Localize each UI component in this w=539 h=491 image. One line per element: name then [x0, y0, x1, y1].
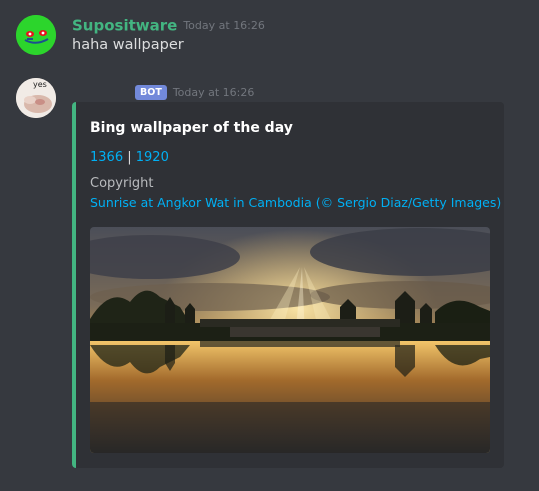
avatar[interactable]: [16, 15, 56, 55]
embed-description: 1366 | 1920: [90, 150, 169, 165]
angkor-wat-sunrise-photo: [90, 227, 490, 453]
message-header: BOT Today at 16:26: [135, 82, 254, 101]
embed-field-name: Copyright: [90, 176, 154, 191]
embed-card: Bing wallpaper of the day 1366 | 1920 Co…: [72, 102, 504, 468]
avatar[interactable]: yes: [16, 78, 56, 118]
timestamp: Today at 16:26: [183, 19, 265, 32]
message-content: haha wallpaper: [72, 37, 184, 53]
link-1366[interactable]: 1366: [90, 150, 123, 165]
link-1920[interactable]: 1920: [136, 150, 169, 165]
username[interactable]: Supositware: [72, 17, 177, 35]
embed-image[interactable]: [90, 227, 490, 453]
message-header: Supositware Today at 16:26: [72, 15, 265, 35]
link-separator: |: [127, 150, 132, 165]
bot-badge: BOT: [135, 85, 167, 100]
embed-title: Bing wallpaper of the day: [90, 120, 293, 136]
avatar-text: yes: [33, 80, 47, 89]
timestamp: Today at 16:26: [172, 86, 255, 99]
embed-field-value[interactable]: Sunrise at Angkor Wat in Cambodia (© Ser…: [90, 195, 501, 210]
